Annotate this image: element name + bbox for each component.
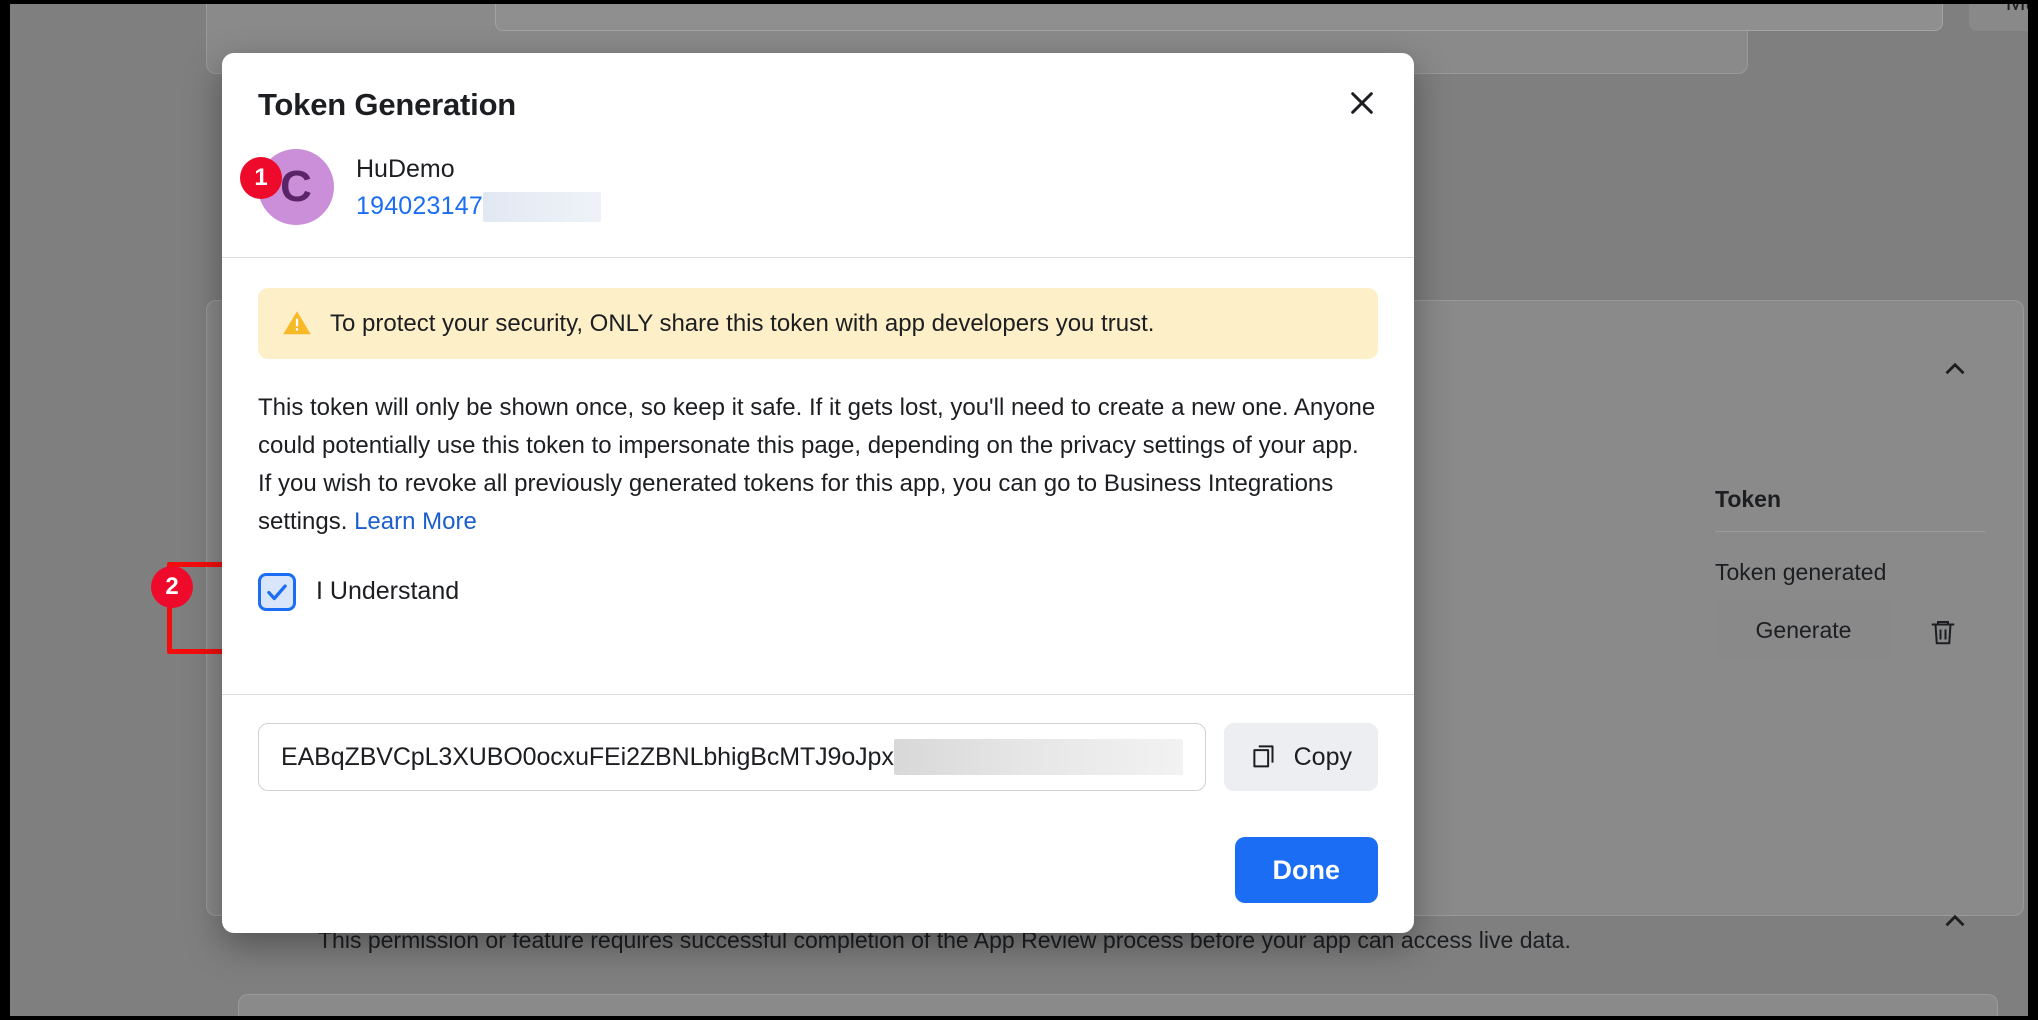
token-value: EABqZBVCpL3XUBO0ocxuFEi2ZBNLbhigBcMTJ9oJ… (281, 742, 894, 771)
dialog-body: To protect your security, ONLY share thi… (222, 258, 1414, 694)
token-input[interactable]: EABqZBVCpL3XUBO0ocxuFEi2ZBNLbhigBcMTJ9oJ… (258, 723, 1206, 791)
token-copy-row: EABqZBVCpL3XUBO0ocxuFEi2ZBNLbhigBcMTJ9oJ… (258, 723, 1378, 791)
account-id-redaction (482, 191, 601, 222)
i-understand-label: I Understand (316, 577, 460, 606)
learn-more-link[interactable]: Learn More (354, 508, 477, 535)
background-token-status: Token generated (1715, 559, 1887, 585)
generate-button[interactable]: Generate (1715, 599, 1892, 661)
background-divider (1715, 531, 1985, 532)
annotation-badge-2: 2 (151, 566, 193, 608)
security-warning-text: To protect your security, ONLY share thi… (330, 309, 1155, 337)
chevron-up-icon-2[interactable] (1938, 904, 1972, 938)
token-generation-dialog: Token Generation C HuDemo 194023147 To p… (222, 53, 1414, 933)
close-icon[interactable] (1336, 77, 1388, 129)
annotation-badge-1: 1 (240, 157, 282, 199)
background-url-input[interactable] (495, 0, 1943, 31)
dialog-header: Token Generation (222, 53, 1414, 123)
frame-edge-right (2028, 0, 2038, 1020)
warning-triangle-icon (282, 308, 312, 338)
chevron-up-icon-1[interactable] (1938, 352, 1972, 386)
token-redaction (893, 739, 1183, 775)
account-id-value: 194023147 (356, 192, 483, 221)
consent-row: I Understand (258, 572, 1378, 611)
copy-button[interactable]: Copy (1223, 723, 1378, 791)
i-understand-checkbox[interactable] (258, 572, 296, 611)
dialog-footer: EABqZBVCpL3XUBO0ocxuFEi2ZBNLbhigBcMTJ9oJ… (222, 695, 1414, 819)
dialog-actions: Done (222, 819, 1414, 933)
frame-edge-top (0, 0, 2038, 4)
token-description: This token will only be shown once, so k… (258, 389, 1378, 541)
screen-root: Manage Token Token generated Generate Th… (0, 0, 2038, 1020)
identity-text: HuDemo 194023147 (356, 149, 601, 227)
trash-icon[interactable] (1928, 616, 1958, 648)
account-name: HuDemo (356, 155, 455, 183)
frame-edge-bottom (0, 1016, 2038, 1020)
copy-icon (1250, 742, 1280, 772)
security-warning-banner: To protect your security, ONLY share thi… (258, 287, 1378, 359)
copy-button-label: Copy (1293, 742, 1352, 771)
account-identity-row: C HuDemo 194023147 (222, 123, 1414, 257)
account-id-field[interactable]: 194023147 (356, 187, 601, 227)
done-button[interactable]: Done (1234, 837, 1378, 903)
dialog-title: Token Generation (258, 87, 517, 122)
frame-edge-left (0, 0, 10, 1020)
background-token-heading: Token (1715, 486, 1782, 512)
